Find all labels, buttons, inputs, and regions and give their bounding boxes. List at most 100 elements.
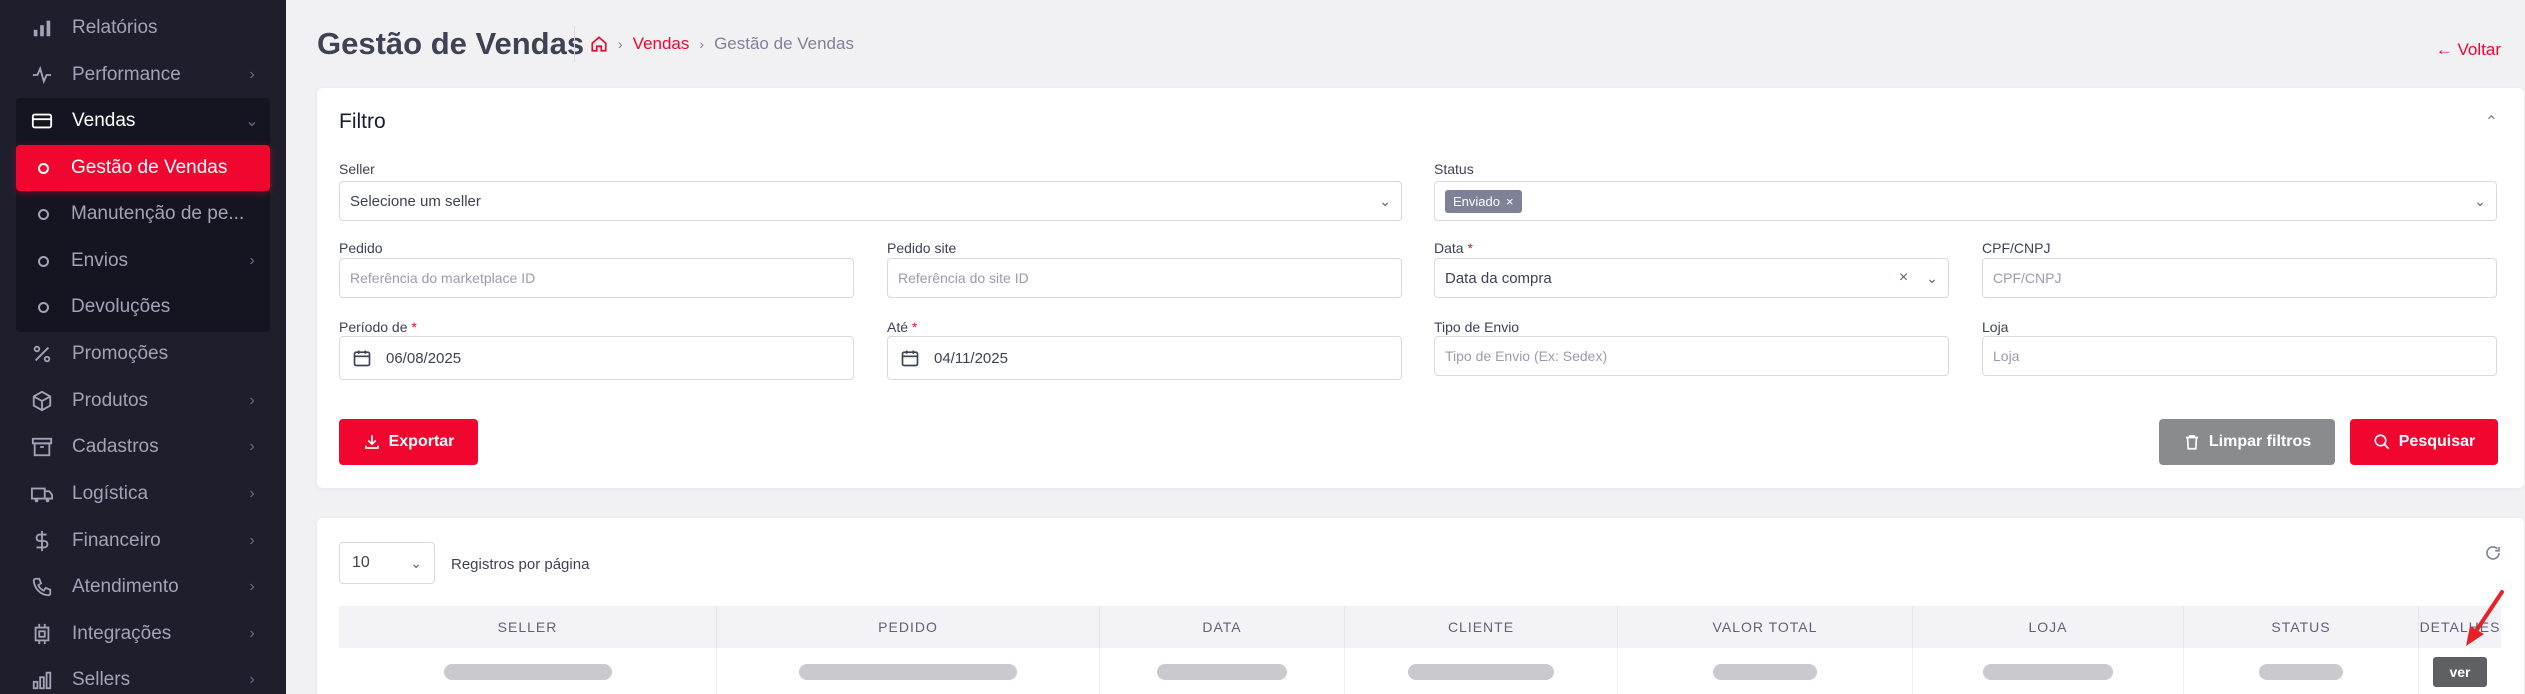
export-button[interactable]: Exportar: [339, 419, 478, 465]
sidebar-item-financeiro[interactable]: Financeiro ›: [16, 518, 270, 564]
column-header-seller[interactable]: SELLER: [339, 606, 717, 648]
sidebar-subitem-gestao-de-vendas[interactable]: Gestão de Vendas: [16, 145, 270, 191]
column-header-valor-total[interactable]: VALOR TOTAL: [1618, 606, 1913, 648]
sidebar-item-performance[interactable]: Performance ›: [16, 52, 270, 98]
bullet-icon: [38, 255, 49, 267]
cpf-input[interactable]: [1982, 258, 2497, 298]
sidebar-item-label: Cadastros: [72, 436, 159, 457]
dollar-icon: [30, 529, 54, 553]
trash-icon: [2185, 435, 2198, 450]
sidebar-subitem-manutencao[interactable]: Manutenção de pe...: [16, 191, 270, 237]
bar-chart-icon: [30, 16, 54, 40]
periodo-de-value: 06/08/2025: [386, 349, 462, 367]
data-label-text: Data: [1434, 240, 1464, 256]
seller-select-value: Selecione um seller: [350, 192, 481, 210]
redacted-value: [1157, 664, 1287, 680]
results-card: 10 ⌄ Registros por página SELLER PEDIDO …: [317, 518, 2524, 694]
tipo-envio-input[interactable]: [1434, 336, 1949, 376]
seller-select[interactable]: Selecione um seller ⌄: [339, 181, 1402, 221]
pedido-input[interactable]: [339, 258, 854, 298]
export-button-label: Exportar: [388, 433, 455, 450]
bullet-icon: [38, 208, 49, 220]
tag-remove-icon[interactable]: ×: [1506, 194, 1514, 209]
table-header: SELLER PEDIDO DATA CLIENTE VALOR TOTAL L…: [339, 606, 2501, 648]
sidebar-item-label: Atendimento: [72, 576, 179, 597]
calendar-icon: [901, 350, 919, 367]
sidebar-item-atendimento[interactable]: Atendimento ›: [16, 564, 270, 610]
status-label: Status: [1434, 161, 1474, 177]
chevron-right-icon: ›: [249, 625, 255, 642]
redacted-value: [799, 664, 1017, 680]
per-page-select[interactable]: 10 ⌄: [339, 542, 435, 584]
chevron-down-icon: ⌄: [1379, 192, 1391, 209]
bullet-icon: [38, 301, 49, 313]
cpf-label: CPF/CNPJ: [1982, 240, 2051, 256]
search-button-label: Pesquisar: [2398, 433, 2476, 450]
search-button[interactable]: Pesquisar: [2350, 419, 2498, 465]
sidebar-subitem-envios[interactable]: Envios ›: [16, 238, 270, 284]
pulse-icon: [30, 63, 54, 87]
column-header-status[interactable]: STATUS: [2184, 606, 2419, 648]
data-select[interactable]: Data da compra × ⌄: [1434, 258, 1949, 298]
sidebar-item-label: Financeiro: [72, 530, 161, 551]
sidebar-subitem-label: Manutenção de pe...: [71, 203, 245, 224]
column-header-loja[interactable]: LOJA: [1913, 606, 2184, 648]
bullet-icon: [38, 162, 49, 174]
loja-input[interactable]: [1982, 336, 2497, 376]
sidebar-item-label: Vendas: [72, 110, 136, 131]
sidebar-item-logistica[interactable]: Logística ›: [16, 471, 270, 517]
chevron-right-icon: ›: [249, 438, 255, 455]
page-title: Gestão de Vendas: [317, 26, 585, 61]
status-tag: Enviado ×: [1445, 189, 1522, 213]
ate-value: 04/11/2025: [934, 349, 1008, 367]
sidebar: Relatórios Performance › Vendas ⌄ Gestão…: [0, 0, 286, 694]
periodo-de-label-text: Período de: [339, 319, 408, 335]
home-icon[interactable]: [590, 35, 608, 53]
status-select-value: Enviado ×: [1445, 189, 2466, 213]
cell-status: [2184, 648, 2419, 694]
chart-icon: [30, 668, 54, 692]
download-icon: [364, 435, 379, 449]
chevron-right-icon: ›: [249, 485, 255, 502]
breadcrumb-link-vendas[interactable]: Vendas: [633, 34, 690, 54]
required-mark: *: [911, 319, 918, 335]
clear-filters-button[interactable]: Limpar filtros: [2159, 419, 2335, 465]
clear-icon[interactable]: ×: [1899, 269, 1908, 287]
back-link[interactable]: ← Voltar: [2436, 40, 2501, 60]
cell-detalhes: ver: [2419, 648, 2501, 694]
ate-input[interactable]: 04/11/2025: [887, 336, 1402, 380]
status-select[interactable]: Enviado × ⌄: [1434, 181, 2497, 221]
column-header-data[interactable]: DATA: [1100, 606, 1345, 648]
sidebar-item-vendas[interactable]: Vendas ⌄: [16, 98, 270, 144]
chevron-right-icon: ›: [699, 36, 705, 52]
view-details-button[interactable]: ver: [2433, 657, 2487, 687]
pedido-site-input[interactable]: [887, 258, 1402, 298]
periodo-de-input[interactable]: 06/08/2025: [339, 336, 854, 380]
title-divider: [574, 26, 575, 62]
box-icon: [30, 389, 54, 413]
sidebar-item-sellers[interactable]: Sellers ›: [16, 657, 270, 694]
refresh-icon[interactable]: [2484, 544, 2502, 562]
phone-icon: [30, 575, 54, 599]
per-page-value: 10: [352, 554, 370, 571]
chevron-down-icon: ⌄: [245, 113, 259, 130]
chevron-right-icon: ›: [249, 578, 255, 595]
sidebar-item-label: Sellers: [72, 669, 131, 690]
calendar-icon: [353, 350, 371, 367]
sidebar-subitem-devolucoes[interactable]: Devoluções: [16, 284, 270, 330]
percent-icon: [30, 342, 54, 366]
sidebar-item-produtos[interactable]: Produtos ›: [16, 378, 270, 424]
sidebar-item-relatorios[interactable]: Relatórios: [16, 5, 270, 51]
sidebar-item-promocoes[interactable]: Promoções: [16, 331, 270, 377]
pedido-label: Pedido: [339, 240, 383, 256]
chevron-up-icon[interactable]: ⌃: [2485, 112, 2498, 132]
redacted-value: [1713, 664, 1817, 680]
data-label: Data *: [1434, 240, 1473, 256]
sidebar-item-label: Produtos: [72, 390, 149, 411]
sidebar-subitem-label: Devoluções: [71, 296, 171, 317]
sidebar-item-cadastros[interactable]: Cadastros ›: [16, 424, 270, 470]
column-header-cliente[interactable]: CLIENTE: [1345, 606, 1618, 648]
sidebar-item-integracoes[interactable]: Integrações ›: [16, 611, 270, 657]
archive-icon: [30, 435, 54, 459]
column-header-pedido[interactable]: PEDIDO: [717, 606, 1100, 648]
